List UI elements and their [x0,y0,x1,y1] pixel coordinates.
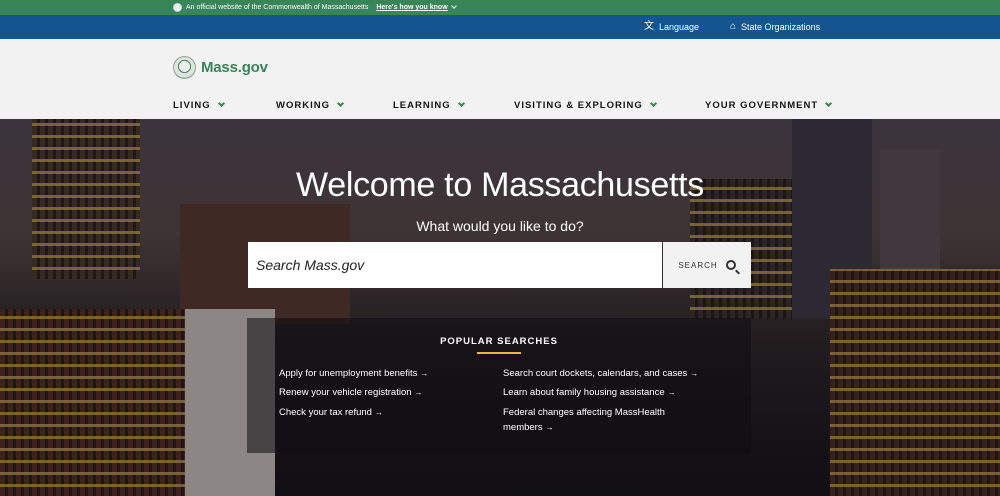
popular-link-tax-refund[interactable]: Check your tax refund → [279,405,383,420]
popular-link-label: Check your tax refund [279,407,372,418]
nav-item-visiting-exploring[interactable]: VISITING & EXPLORING [514,97,657,113]
logo-text: Mass.gov [201,59,268,76]
utility-bar: 文 Language ⌂ State Organizations [0,15,1000,39]
arrow-right-icon: → [414,388,423,397]
language-label: Language [659,22,700,32]
chevron-down-icon [825,99,833,107]
popular-link-unemployment[interactable]: Apply for unemployment benefits → [279,366,428,381]
nav-item-living[interactable]: LIVING [173,97,225,113]
seal-icon [173,3,182,12]
nav-item-working[interactable]: WORKING [276,97,345,113]
translate-icon: 文 [644,21,654,32]
nav-label: WORKING [276,99,330,111]
popular-link-label-continued: members [503,422,543,433]
search-icon [725,260,736,270]
popular-link-label: Learn about family housing assistance [503,387,665,398]
chevron-down-icon [336,99,345,107]
page-title: Welcome to Massachusetts [296,166,704,204]
nav-item-your-government[interactable]: YOUR GOVERNMENT [705,97,833,113]
chevron-down-icon [217,99,225,107]
popular-link-label: Apply for unemployment benefits [279,368,418,379]
popular-searches-title: POPULAR SEARCHES [440,336,558,347]
search-button-label: SEARCH [678,260,718,270]
popular-link-vehicle-registration[interactable]: Renew your vehicle registration → [279,385,423,400]
chevron-down-icon [649,99,657,107]
official-banner-text: An official website of the Commonwealth … [186,4,369,11]
chevron-down-icon [457,99,465,107]
popular-link-masshealth[interactable]: Federal changes affecting MassHealth mem… [503,405,665,435]
popular-searches-panel: POPULAR SEARCHES Apply for unemployment … [247,318,751,453]
arrow-right-icon: → [374,408,383,417]
heres-how-you-know-link[interactable]: Here's how you know [376,3,457,11]
popular-link-label: Federal changes affecting MassHealth [503,407,665,418]
popular-link-court-dockets[interactable]: Search court dockets, calendars, and cas… [503,366,698,381]
popular-link-label: Renew your vehicle registration [279,387,412,398]
state-organizations-button[interactable]: ⌂ State Organizations [730,15,820,39]
popular-link-label: Search court dockets, calendars, and cas… [503,368,688,379]
arrow-right-icon: → [545,423,554,432]
state-organizations-label: State Organizations [741,22,821,32]
arrow-right-icon: → [667,388,676,397]
nav-label: LEARNING [393,99,451,111]
hero-subtitle: What would you like to do? [416,218,584,234]
search-button[interactable]: SEARCH [663,242,751,288]
building-icon: ⌂ [730,21,737,32]
site-header: Mass.gov LIVING WORKING LEARNING VISITIN… [0,39,1000,119]
nav-label: YOUR GOVERNMENT [705,99,819,111]
arrow-right-icon: → [420,369,429,378]
chevron-down-icon [450,3,457,9]
seal-icon [173,56,196,79]
nav-item-learning[interactable]: LEARNING [393,97,465,113]
official-banner: An official website of the Commonwealth … [0,0,1000,15]
popular-link-family-housing[interactable]: Learn about family housing assistance → [503,385,676,400]
hero-section: Welcome to Massachusetts What would you … [0,119,1000,496]
nav-label: LIVING [173,99,211,111]
main-nav: LIVING WORKING LEARNING VISITING & EXPLO… [0,97,1000,113]
arrow-right-icon: → [690,369,699,378]
mass-gov-logo-link[interactable]: Mass.gov [173,56,268,79]
title-underline [477,352,521,354]
language-button[interactable]: 文 Language [644,15,699,39]
nav-label: VISITING & EXPLORING [514,99,643,111]
search-input[interactable]: Search Mass.gov [248,242,662,288]
heres-how-you-know-label: Here's how you know [376,4,448,11]
